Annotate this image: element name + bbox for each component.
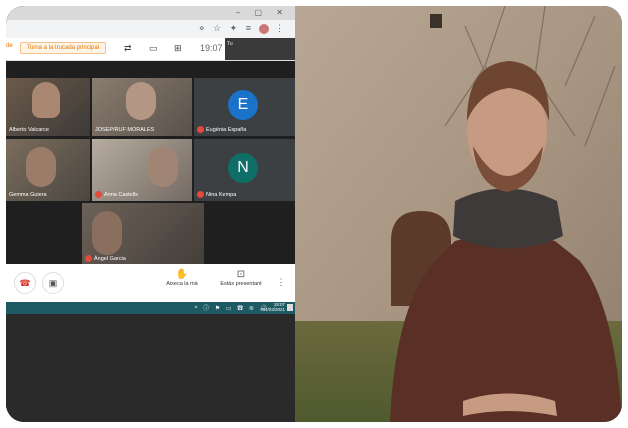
- taskbar-clock: 19:07 04/03/2021: [262, 302, 285, 312]
- more-options-icon[interactable]: ⋮: [271, 272, 291, 292]
- self-view-label: Tu: [227, 41, 233, 47]
- participant-tile[interactable]: N Nina Kempa: [194, 139, 295, 201]
- raise-hand-label: Aixeca la mà: [166, 281, 198, 287]
- presenter-scarf: [453, 188, 563, 249]
- muted-mic-icon: [95, 191, 102, 198]
- hangup-button[interactable]: ☎: [14, 272, 36, 294]
- system-tray-icons[interactable]: ^ ⓘ ⚑ ▭ ☎ ≋ 🔊: [195, 303, 269, 312]
- profile-avatar[interactable]: [259, 23, 270, 34]
- participant-name-text: Eugènia España: [206, 126, 247, 133]
- participant-name: Eugènia España: [197, 126, 246, 133]
- meet-presenting-bar: de Torna a la trucada principal ⇄ ▭ ⊞ 19…: [6, 38, 295, 61]
- shared-screen: – ▢ ✕ ⋄ ☆ ✦ ≡ ⋮ de Torna a la trucada pr…: [6, 6, 295, 422]
- notifications-icon[interactable]: [287, 304, 293, 311]
- cut-off-text: de: [6, 43, 13, 49]
- taskbar-date: 04/03/2021: [262, 307, 285, 312]
- return-to-call-button[interactable]: Torna a la trucada principal: [20, 42, 107, 54]
- participant-name-text: Nina Kempa: [206, 191, 237, 198]
- camera-button[interactable]: ▣: [42, 272, 64, 294]
- extension-icons[interactable]: ⋄ ☆ ✦ ≡: [199, 23, 254, 33]
- taskbar: ^ ⓘ ⚑ ▭ ☎ ≋ 🔊 19:07 04/03/2021: [6, 302, 295, 314]
- muted-mic-icon: [85, 255, 92, 262]
- meet-controls-bar: ☎ ▣ ✋ Aixeca la mà ⊡ Estàs presentant ⋮: [6, 264, 295, 302]
- browser-toolbar-icons[interactable]: ⋄ ☆ ✦ ≡ ⋮: [199, 23, 287, 34]
- present-label: Estàs presentant: [220, 281, 262, 287]
- participant-avatar: E: [228, 90, 258, 120]
- window-controls[interactable]: – ▢ ✕: [236, 8, 289, 17]
- participant-tile[interactable]: Àngel Garcia: [82, 203, 204, 265]
- participant-name: Nina Kempa: [197, 191, 236, 198]
- presenter-scene: [295, 6, 622, 422]
- self-view-thumbnail[interactable]: Tu: [225, 38, 295, 60]
- present-button[interactable]: ⊡ Estàs presentant: [217, 269, 265, 287]
- participant-tile[interactable]: Gemma Guiera: [6, 139, 90, 201]
- participant-name: JOSEP/RUF MORALES: [95, 127, 155, 133]
- browser-menu-icon[interactable]: ⋮: [275, 23, 287, 33]
- present-icon: ⊡: [236, 269, 246, 280]
- participant-tile[interactable]: E Eugènia España: [194, 78, 295, 136]
- browser-toolbar: ⋄ ☆ ✦ ≡ ⋮: [6, 20, 295, 39]
- participant-video: [32, 82, 60, 118]
- grid-icon[interactable]: ⊞: [174, 43, 182, 54]
- window-titlebar: – ▢ ✕: [6, 6, 295, 20]
- muted-mic-icon: [197, 191, 204, 198]
- participant-name: Àngel Garcia: [85, 255, 126, 262]
- hand-icon: ✋: [175, 269, 189, 280]
- participant-grid: Alberto Valcarce JOSEP/RUF MORALES E Eug…: [6, 61, 295, 265]
- participant-video: [92, 211, 122, 255]
- participant-avatar: N: [228, 153, 258, 183]
- participant-video: [126, 82, 156, 120]
- presenter-video: [295, 6, 622, 422]
- wall-window: [430, 14, 442, 28]
- layout-icon[interactable]: ⇄: [124, 43, 132, 54]
- participant-tile[interactable]: Anna Castells: [92, 139, 192, 201]
- raise-hand-button[interactable]: ✋ Aixeca la mà: [158, 269, 206, 287]
- participant-tile[interactable]: Alberto Valcarce: [6, 78, 90, 136]
- muted-mic-icon: [197, 126, 204, 133]
- participant-tile[interactable]: JOSEP/RUF MORALES: [92, 78, 192, 136]
- participant-name: Alberto Valcarce: [9, 127, 49, 133]
- participant-video: [26, 147, 56, 187]
- participant-name: Gemma Guiera: [9, 192, 47, 198]
- participant-name-text: Anna Castells: [104, 191, 138, 198]
- desk-background: [6, 314, 295, 422]
- video-frame: – ▢ ✕ ⋄ ☆ ✦ ≡ ⋮ de Torna a la trucada pr…: [6, 6, 622, 422]
- participant-name: Anna Castells: [95, 191, 138, 198]
- chat-icon[interactable]: ▭: [149, 43, 158, 54]
- participant-name-text: Àngel Garcia: [94, 255, 126, 262]
- participant-video: [148, 147, 178, 187]
- meeting-clock: 19:07: [200, 43, 223, 53]
